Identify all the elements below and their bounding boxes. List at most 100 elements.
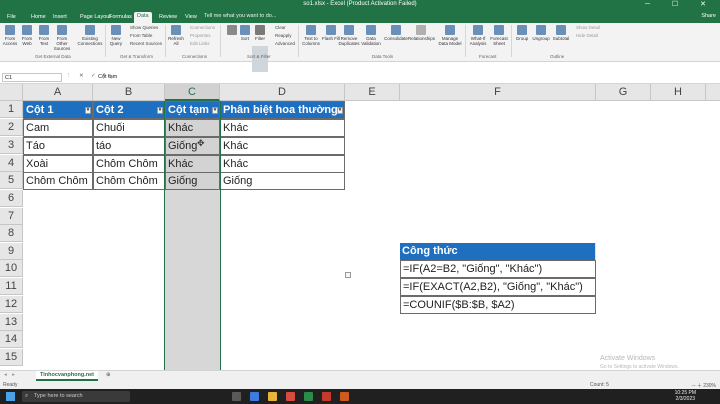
column-header-b[interactable]: B — [93, 84, 165, 101]
formula-line[interactable]: =COUNIF($B:$B, $A2) — [400, 296, 596, 314]
sheet-tab[interactable]: Tinhocvanphong.net — [36, 371, 98, 381]
row-header-9[interactable]: 9 — [0, 243, 23, 260]
connections-button[interactable]: Connections — [190, 25, 215, 30]
row-header-11[interactable]: 11 — [0, 278, 23, 295]
tab-formulas[interactable]: Formulas — [106, 13, 135, 21]
table-cell[interactable]: Xoài — [23, 155, 93, 173]
filter-dropdown-icon[interactable]: ▾ — [85, 107, 91, 114]
table-cell[interactable]: Khác — [165, 155, 220, 173]
column-header-g[interactable]: G — [596, 84, 651, 101]
table-cell[interactable]: Giống — [165, 137, 220, 155]
table-cell[interactable]: Táo — [23, 137, 93, 155]
from-access-button[interactable]: From Access — [1, 25, 19, 46]
table-header-cell[interactable]: Cột 2 ▾ — [93, 101, 165, 119]
from-table-button[interactable]: From Table — [130, 33, 152, 38]
show-detail-button[interactable]: Show Detail — [576, 25, 600, 30]
table-cell[interactable]: táo — [93, 137, 165, 155]
table-cell[interactable]: Giống — [220, 172, 345, 190]
window-controls[interactable]: ─ ☐ ✕ — [645, 0, 716, 8]
table-header-cell[interactable]: Cột tạm ▾ — [165, 101, 220, 119]
column-header-f[interactable]: F — [400, 84, 596, 101]
new-query-button[interactable]: New Query — [107, 25, 125, 46]
name-box[interactable]: C1 — [2, 73, 62, 82]
edit-links-button[interactable]: Edit Links — [190, 41, 210, 46]
row-header-1[interactable]: 1 — [0, 101, 23, 118]
taskbar-search[interactable]: ⌕ Type here to search — [22, 391, 130, 402]
row-header-6[interactable]: 6 — [0, 190, 23, 207]
filter-dropdown-icon[interactable]: ▾ — [212, 107, 218, 114]
from-other-sources-button[interactable]: From Other Sources — [52, 25, 72, 51]
data-validation-button[interactable]: Data Validation — [360, 25, 382, 46]
table-cell[interactable]: Giống — [165, 172, 220, 190]
chrome-icon[interactable] — [286, 392, 295, 401]
tab-review[interactable]: Review — [156, 13, 180, 21]
group-button[interactable]: Group — [513, 25, 531, 41]
filter-button[interactable]: Filter — [251, 25, 269, 41]
from-text-button[interactable]: From Text — [35, 25, 53, 46]
consolidate-button[interactable]: Consolidate — [384, 25, 408, 41]
formula-line[interactable]: =IF(A2=B2, "Giống", "Khác") — [400, 260, 596, 278]
hide-detail-button[interactable]: Hide Detail — [576, 33, 598, 38]
zoom-control[interactable]: ─ ＋ 230% — [692, 382, 716, 389]
tab-file[interactable]: File — [4, 13, 19, 21]
formula-input[interactable]: Cột tạm — [98, 74, 117, 80]
row-header-12[interactable]: 12 — [0, 296, 23, 313]
table-cell[interactable]: Chôm Chôm — [93, 155, 165, 173]
tab-view[interactable]: View — [182, 13, 200, 21]
table-cell[interactable]: Khác — [220, 137, 345, 155]
row-header-10[interactable]: 10 — [0, 260, 23, 277]
refresh-all-button[interactable]: Refresh All — [167, 25, 185, 46]
tab-insert[interactable]: Insert — [50, 13, 70, 21]
column-header-a[interactable]: A — [23, 84, 93, 101]
show-queries-button[interactable]: Show Queries — [130, 25, 158, 30]
from-web-button[interactable]: From Web — [18, 25, 36, 46]
existing-connections-button[interactable]: Existing Connections — [77, 25, 103, 46]
table-cell[interactable]: Khác — [220, 155, 345, 173]
table-header-cell[interactable]: Cột 1 ▾ — [23, 101, 93, 119]
text-to-columns-button[interactable]: Text to Columns — [300, 25, 322, 46]
select-all-corner[interactable] — [0, 84, 23, 101]
app-icon[interactable] — [322, 392, 331, 401]
windows-start-icon[interactable] — [6, 392, 15, 401]
recent-sources-button[interactable]: Recent Sources — [130, 41, 162, 46]
clear-button[interactable]: Clear — [275, 25, 286, 30]
worksheet-grid[interactable]: A B C D E F G H 1 2 3 4 5 6 7 8 9 10 11 … — [0, 84, 720, 370]
row-header-3[interactable]: 3 — [0, 137, 23, 154]
edge-icon[interactable] — [250, 392, 259, 401]
table-cell[interactable]: Chôm Chôm — [23, 172, 93, 190]
tell-me-search[interactable]: Tell me what you want to do... — [204, 13, 276, 19]
column-header-c[interactable]: C — [165, 84, 220, 101]
share-button[interactable]: Share — [701, 13, 716, 19]
properties-button[interactable]: Properties — [190, 33, 211, 38]
formula-box-header[interactable]: Công thức — [400, 243, 596, 261]
row-header-4[interactable]: 4 — [0, 155, 23, 172]
table-cell[interactable]: Khác — [165, 119, 220, 137]
row-header-15[interactable]: 15 — [0, 349, 23, 366]
row-header-14[interactable]: 14 — [0, 331, 23, 348]
task-view-icon[interactable] — [232, 392, 241, 401]
row-header-8[interactable]: 8 — [0, 225, 23, 242]
tab-data[interactable]: Data — [134, 12, 152, 23]
quick-analysis-icon[interactable] — [345, 272, 351, 278]
row-header-2[interactable]: 2 — [0, 119, 23, 136]
table-header-cell[interactable]: Phân biệt hoa thường ▾ — [220, 101, 345, 119]
filter-dropdown-icon[interactable]: ▾ — [157, 107, 163, 114]
remove-duplicates-button[interactable]: Remove Duplicates — [338, 25, 360, 46]
excel-taskbar-icon[interactable] — [304, 392, 313, 401]
app-icon[interactable] — [340, 392, 349, 401]
table-cell[interactable]: Cam — [23, 119, 93, 137]
column-header-i[interactable] — [706, 84, 720, 101]
filter-dropdown-icon[interactable]: ▾ — [337, 107, 343, 114]
table-cell[interactable]: Chôm Chôm — [93, 172, 165, 190]
row-header-13[interactable]: 13 — [0, 314, 23, 331]
advanced-button[interactable]: Advanced — [275, 41, 295, 46]
sheet-nav-arrows[interactable]: ◂ ▸ — [4, 372, 17, 378]
file-explorer-icon[interactable] — [268, 392, 277, 401]
reapply-button[interactable]: Reapply — [275, 33, 292, 38]
row-header-5[interactable]: 5 — [0, 172, 23, 189]
manage-data-model-button[interactable]: Manage Data Model — [438, 25, 462, 46]
add-sheet-icon[interactable]: ⊕ — [106, 372, 111, 378]
column-header-e[interactable]: E — [345, 84, 400, 101]
forecast-sheet-button[interactable]: Forecast Sheet — [489, 25, 509, 46]
system-clock[interactable]: 10:25 PM 2/3/2023 — [675, 390, 696, 402]
